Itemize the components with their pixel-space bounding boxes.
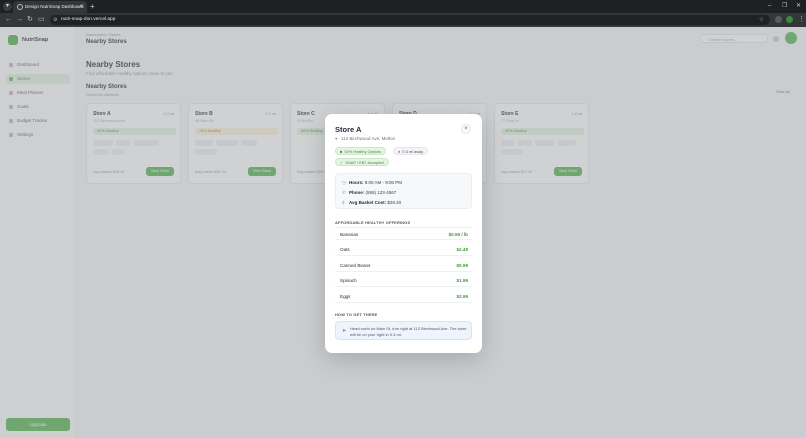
- close-button[interactable]: ×: [461, 124, 471, 134]
- browser-menu-icon[interactable]: ⋮: [798, 15, 805, 25]
- clock-icon: ◷: [342, 180, 346, 185]
- distance-badge: ● 0.3 mi away: [393, 147, 429, 155]
- map-pin-icon: ●: [398, 149, 401, 154]
- tab-favicon-icon: [17, 4, 23, 10]
- offering-price: $2.49: [456, 247, 469, 252]
- url-text: nutri-snap-don.vercel.app: [61, 17, 116, 22]
- directions-heading: HOW TO GET THERE: [335, 312, 378, 317]
- store-info-box: ◷ Hours: 8:00 AM - 9:00 PM ✆ Phone: (555) …: [335, 173, 472, 209]
- tab-search-icon[interactable]: ▾: [3, 2, 12, 11]
- offering-row: Oats $2.49: [335, 243, 472, 256]
- directions-text: Head north on Main St, turn right at 112…: [350, 326, 467, 337]
- location-pin-icon: ⌖: [335, 136, 338, 141]
- new-tab-button[interactable]: +: [90, 1, 95, 12]
- phone-row: ✆ Phone: (555) 123-4567: [342, 190, 396, 196]
- offering-price: $0.99: [456, 263, 469, 268]
- split-view-icon[interactable]: ▭: [38, 15, 45, 25]
- snap-ebt-badge: ✓ SNAP / EBT Accepted: [335, 158, 389, 166]
- offering-name: Bananas: [340, 232, 359, 237]
- bookmark-star-icon[interactable]: ☆: [759, 16, 764, 23]
- browser-tab-bar: ▾ Design NutriSnap Dashboard × + – ❐ ✕: [0, 0, 806, 13]
- tab-title: Design NutriSnap Dashboard: [25, 4, 84, 9]
- hours-row: ◷ Hours: 8:00 AM - 9:00 PM: [342, 180, 402, 186]
- profile-icon[interactable]: [786, 16, 793, 23]
- offering-price: $1.99: [456, 278, 469, 283]
- address-bar: ← → ↻ ▭ ⚙ nutri-snap-don.vercel.app ☆ ⋮: [0, 13, 806, 27]
- dollar-icon: $: [342, 200, 345, 205]
- store-address: 112 Birchwood Ave, Melton: [341, 136, 396, 141]
- offering-row: Eggs $2.99: [335, 290, 472, 303]
- forward-icon[interactable]: →: [16, 15, 23, 25]
- phone-value[interactable]: (555) 123-4567: [366, 190, 397, 195]
- basket-cost-label: Avg Basket Cost:: [349, 200, 387, 205]
- distance-text: 0.3 mi away: [402, 149, 424, 154]
- basket-icon: ■: [340, 149, 343, 154]
- offering-price: $2.99: [456, 294, 469, 299]
- extensions-icon[interactable]: [775, 16, 782, 23]
- hours-value: 8:00 AM - 9:00 PM: [364, 180, 403, 185]
- offering-name: Eggs: [340, 294, 351, 299]
- offering-row: Canned Beans $0.99: [335, 259, 472, 272]
- healthy-options-badge: ■ 92% Healthy Options: [335, 147, 386, 155]
- minimize-icon[interactable]: –: [768, 1, 771, 12]
- navigation-arrow-icon: ➤: [342, 328, 347, 334]
- browser-tab[interactable]: Design NutriSnap Dashboard ×: [13, 1, 87, 13]
- phone-label: Phone:: [349, 190, 365, 195]
- offering-row: Bananas $0.59 / lb: [335, 227, 472, 240]
- healthy-options-text: 92% Healthy Options: [344, 149, 381, 154]
- basket-cost-value: $28.40: [387, 200, 402, 205]
- maximize-icon[interactable]: ❐: [782, 1, 787, 12]
- modal-title: Store A: [335, 125, 362, 134]
- tab-close-icon[interactable]: ×: [79, 3, 83, 11]
- reload-icon[interactable]: ↻: [27, 15, 33, 25]
- offering-name: Oats: [340, 247, 350, 252]
- offering-name: Canned Beans: [340, 263, 371, 268]
- basket-cost-row: $ Avg Basket Cost: $28.40: [342, 200, 401, 205]
- offering-price: $0.59 / lb: [448, 232, 468, 237]
- offerings-heading: AFFORDABLE HEALTHY OFFERINGS: [335, 220, 411, 225]
- window-close-icon[interactable]: ✕: [796, 1, 801, 12]
- hours-label: Hours:: [349, 180, 364, 185]
- snap-ebt-text: SNAP / EBT Accepted: [345, 160, 384, 165]
- site-info-icon[interactable]: ⚙: [53, 17, 57, 23]
- offering-row: Spinach $1.99: [335, 274, 472, 287]
- url-input[interactable]: ⚙ nutri-snap-don.vercel.app ☆: [50, 15, 770, 25]
- phone-icon: ✆: [342, 190, 346, 195]
- store-details-modal: Store A ⌖ 112 Birchwood Ave, Melton × ■ 9…: [325, 114, 482, 353]
- back-icon[interactable]: ←: [5, 15, 12, 25]
- check-circle-icon: ✓: [340, 160, 344, 165]
- directions-box: ➤ Head north on Main St, turn right at 1…: [335, 321, 472, 340]
- offering-name: Spinach: [340, 278, 357, 283]
